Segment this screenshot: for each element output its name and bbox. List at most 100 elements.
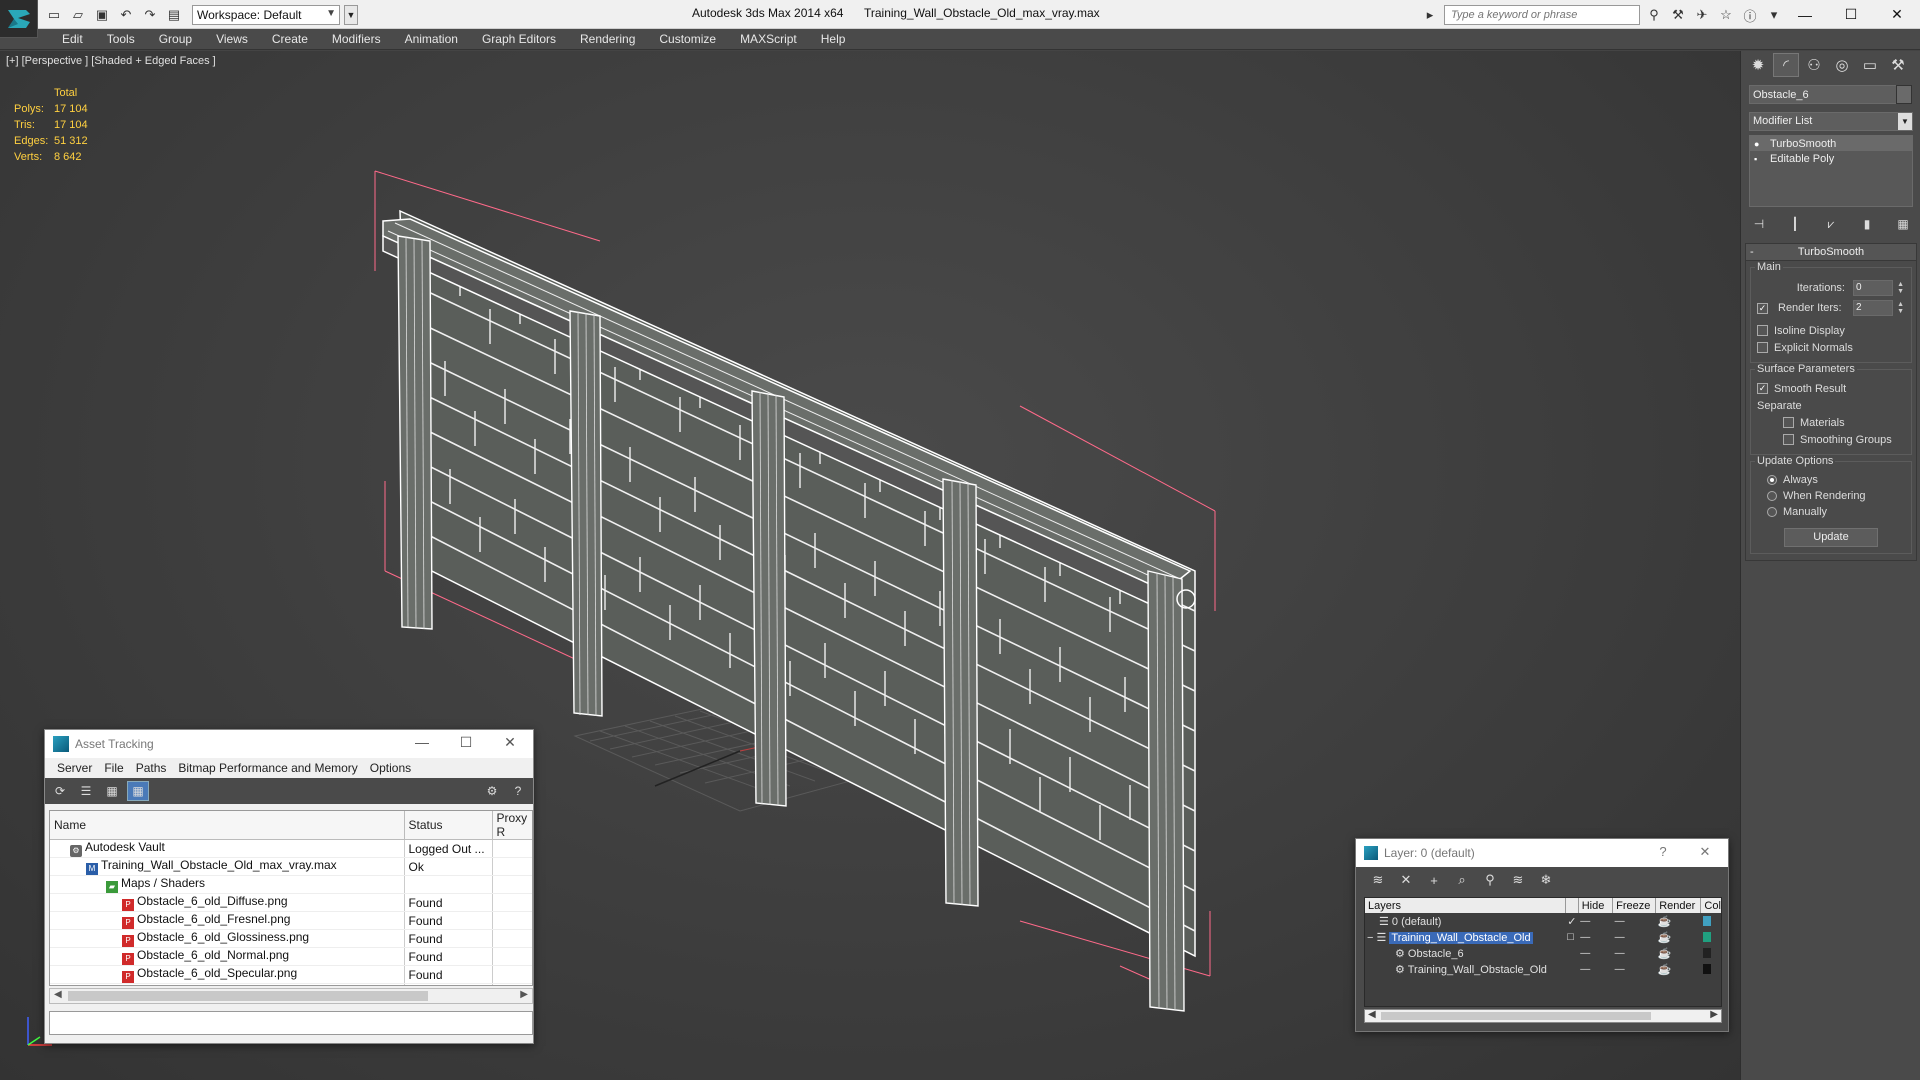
maximize-button[interactable]: ☐ [1828, 0, 1874, 29]
scroll-right-icon[interactable]: ▶ [1710, 1009, 1718, 1020]
smooth-result-checkbox[interactable]: ✓ [1757, 383, 1768, 394]
object-color-swatch[interactable] [1896, 85, 1912, 104]
active-layer-check-icon[interactable]: ✓ [1565, 913, 1578, 929]
make-unique-icon[interactable]: ⩗ [1821, 214, 1841, 234]
when-rendering-radio[interactable] [1767, 491, 1777, 501]
menu-maxscript[interactable]: MAXScript [728, 29, 809, 50]
remove-modifier-icon[interactable]: ▮ [1857, 214, 1877, 234]
undo-icon[interactable]: ↶ [116, 5, 136, 25]
layer-color-swatch[interactable] [1702, 964, 1711, 975]
pin-stack-icon[interactable]: ⊣ [1749, 214, 1769, 234]
manually-radio[interactable] [1767, 507, 1777, 517]
render-iters-checkbox[interactable]: ✓ [1757, 302, 1768, 314]
stack-item-turbosmooth[interactable]: ● TurboSmooth [1750, 136, 1912, 151]
menu-options[interactable]: Options [364, 761, 417, 775]
menu-graph-editors[interactable]: Graph Editors [470, 29, 568, 50]
isoline-display-checkbox[interactable] [1757, 325, 1768, 336]
render-teapot-icon[interactable]: ☕ [1656, 945, 1701, 961]
table-row[interactable]: P Obstacle_6_old_Normal.png Found [50, 947, 532, 966]
menu-tools[interactable]: Tools [95, 29, 147, 50]
column-header-layers[interactable]: Layers [1365, 898, 1566, 913]
smoothing-groups-checkbox[interactable] [1783, 434, 1794, 445]
asset-tracking-titlebar[interactable]: Asset Tracking — ☐ ✕ [45, 730, 533, 758]
layer-row[interactable]: ⚙ Obstacle_6 — — ☕ [1365, 945, 1721, 961]
render-teapot-icon[interactable]: ☕ [1656, 913, 1701, 929]
viewport-label-menu[interactable]: [+] [Perspective ] [Shaded + Edged Faces… [6, 55, 216, 67]
project-folder-icon[interactable]: ▤ [164, 5, 184, 25]
create-tab-icon[interactable]: ✹ [1745, 53, 1771, 77]
materials-checkbox[interactable] [1783, 417, 1794, 428]
iterations-spinner[interactable]: 0 ▲ ▼ [1853, 280, 1904, 296]
hide-toggle[interactable]: — [1578, 929, 1612, 945]
menu-group[interactable]: Group [147, 29, 204, 50]
table-view-icon[interactable]: ▦ [127, 781, 149, 801]
column-header-render[interactable]: Render [1655, 898, 1702, 913]
table-row[interactable]: P Obstacle_6_old_Fresnel.png Found [50, 911, 532, 930]
scroll-left-icon[interactable]: ◀ [1368, 1009, 1376, 1020]
open-file-icon[interactable]: ▱ [68, 5, 88, 25]
menu-modifiers[interactable]: Modifiers [320, 29, 393, 50]
object-name-input[interactable] [1749, 85, 1897, 104]
scrollbar-thumb[interactable] [68, 991, 428, 1001]
hide-toggle[interactable]: — [1578, 913, 1612, 929]
horizontal-scrollbar[interactable]: ◀ ▶ [1364, 1009, 1722, 1023]
rollout-header[interactable]: - TurboSmooth [1746, 244, 1916, 261]
help-button[interactable]: ? [1648, 844, 1678, 859]
horizontal-scrollbar[interactable]: ◀ ▶ [49, 988, 533, 1004]
layer-color-swatch[interactable] [1702, 948, 1711, 959]
app-logo-button[interactable] [0, 0, 38, 38]
scroll-right-icon[interactable]: ▶ [520, 989, 528, 1000]
lightbulb-icon[interactable]: ● [1754, 139, 1764, 149]
menu-paths[interactable]: Paths [130, 761, 173, 775]
update-button[interactable]: Update [1784, 528, 1878, 547]
highlight-selected-icon[interactable]: ⚲ [1480, 870, 1500, 890]
render-teapot-icon[interactable]: ☕ [1656, 929, 1701, 945]
table-row[interactable]: P Obstacle_6_old_Glossiness.png Found [50, 929, 532, 948]
scroll-left-icon[interactable]: ◀ [54, 989, 62, 1000]
layer-row[interactable]: ⚙ Training_Wall_Obstacle_Old — — ☕ [1365, 961, 1721, 977]
search-input[interactable] [1444, 5, 1640, 25]
vault-settings-icon[interactable]: ⚙ [481, 781, 503, 801]
hierarchy-tab-icon[interactable]: ⚇ [1801, 53, 1827, 77]
explicit-normals-checkbox[interactable] [1757, 342, 1768, 353]
modifier-list-dropdown[interactable]: Modifier List ▼ [1749, 112, 1913, 131]
hide-all-icon[interactable]: ≋ [1508, 870, 1528, 890]
help-icon[interactable]: ⓘ [1740, 5, 1760, 25]
configure-sets-icon[interactable]: ▦ [1893, 214, 1913, 234]
close-button[interactable]: ✕ [1874, 0, 1920, 29]
show-end-result-icon[interactable]: ┃ [1785, 214, 1805, 234]
make-active-box-icon[interactable]: □ [1565, 929, 1578, 945]
close-button[interactable]: ✕ [495, 734, 525, 751]
thumbnail-view-icon[interactable]: ▦ [101, 781, 123, 801]
help-dropdown-icon[interactable]: ▾ [1764, 5, 1784, 25]
minimize-button[interactable]: — [407, 734, 437, 750]
hide-toggle[interactable]: — [1578, 961, 1612, 977]
add-to-layer-icon[interactable]: + [1424, 870, 1444, 890]
expand-arrow-icon[interactable]: ▸ [1420, 5, 1440, 25]
select-in-layer-icon[interactable]: ⌕ [1452, 870, 1472, 890]
new-layer-icon[interactable]: ≋ [1368, 870, 1388, 890]
always-radio[interactable] [1767, 475, 1777, 485]
menu-rendering[interactable]: Rendering [568, 29, 647, 50]
menu-bitmap-performance[interactable]: Bitmap Performance and Memory [172, 761, 363, 775]
freeze-all-icon[interactable]: ❄ [1536, 870, 1556, 890]
list-view-icon[interactable]: ☰ [75, 781, 97, 801]
freeze-toggle[interactable]: — [1613, 913, 1656, 929]
close-button[interactable]: ✕ [1690, 844, 1720, 860]
binoculars-icon[interactable]: ⚲ [1644, 5, 1664, 25]
layer-row[interactable]: ☰ 0 (default) ✓ — — ☕ [1365, 913, 1721, 929]
freeze-toggle[interactable]: — [1613, 945, 1656, 961]
display-tab-icon[interactable]: ▭ [1857, 53, 1883, 77]
render-iters-spinner[interactable]: 2 ▲ ▼ [1853, 300, 1904, 316]
table-row[interactable]: ⚙ Autodesk Vault Logged Out ... [50, 839, 532, 858]
table-row[interactable]: P Obstacle_6_old_Specular.png Found [50, 965, 532, 984]
menu-views[interactable]: Views [204, 29, 260, 50]
freeze-toggle[interactable]: — [1613, 929, 1656, 945]
refresh-icon[interactable]: ⟳ [49, 781, 71, 801]
column-header-hide[interactable]: Hide [1578, 898, 1614, 913]
favorites-star-icon[interactable]: ☆ [1716, 5, 1736, 25]
layer-row[interactable]: − ☰ Training_Wall_Obstacle_Old □ — — ☕ [1365, 929, 1721, 945]
layer-color-swatch[interactable] [1702, 916, 1711, 927]
modify-tab-icon[interactable]: ◜ [1773, 53, 1799, 77]
menu-server[interactable]: Server [51, 761, 98, 775]
